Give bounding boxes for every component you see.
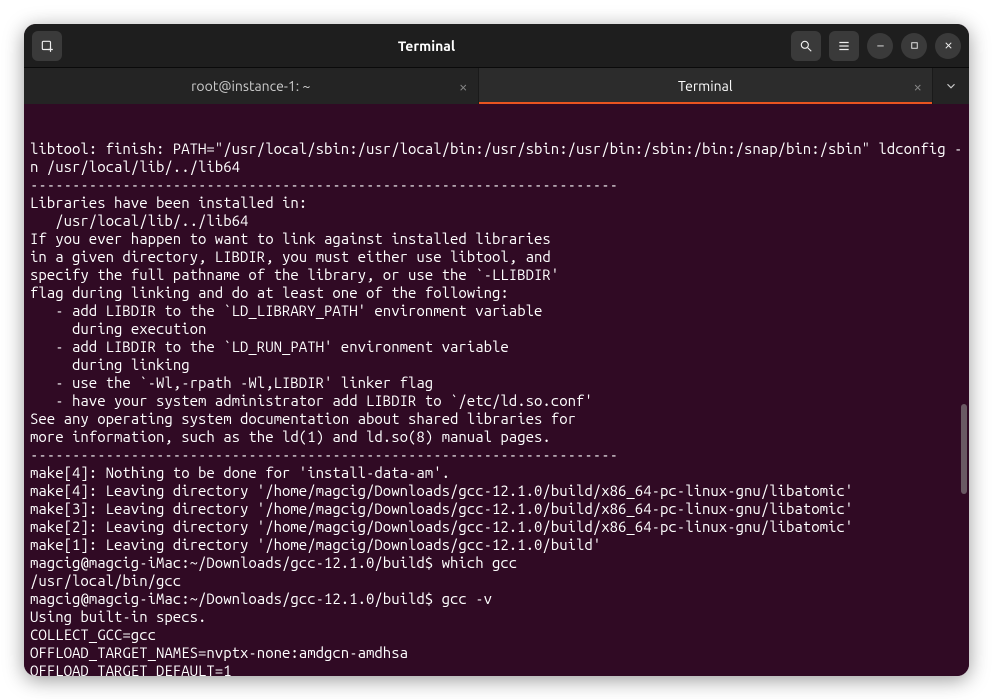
terminal-line: ----------------------------------------… — [30, 176, 963, 194]
terminal-window: Terminal root@instance-1: ~ × Termi — [24, 24, 969, 676]
tab-close-icon[interactable]: × — [914, 79, 922, 94]
tab-terminal[interactable]: Terminal × — [479, 68, 934, 104]
terminal-line: See any operating system documentation a… — [30, 410, 963, 428]
tabbar: root@instance-1: ~ × Terminal × — [24, 68, 969, 104]
terminal-line: during execution — [30, 320, 963, 338]
terminal-line: make[4]: Nothing to be done for 'install… — [30, 464, 963, 482]
terminal-line: OFFLOAD_TARGET_NAMES=nvptx-none:amdgcn-a… — [30, 644, 963, 662]
terminal-line: Using built-in specs. — [30, 608, 963, 626]
terminal-line: make[4]: Leaving directory '/home/magcig… — [30, 482, 963, 500]
tab-dropdown-button[interactable] — [933, 68, 969, 104]
window-title: Terminal — [70, 38, 783, 54]
terminal-line: Libraries have been installed in: — [30, 194, 963, 212]
tab-root-instance[interactable]: root@instance-1: ~ × — [24, 68, 479, 104]
terminal-line: /usr/local/bin/gcc — [30, 572, 963, 590]
scrollbar-thumb[interactable] — [961, 404, 967, 494]
terminal-line: COLLECT_GCC=gcc — [30, 626, 963, 644]
hamburger-menu-button[interactable] — [829, 31, 859, 61]
terminal-line: magcig@magcig-iMac:~/Downloads/gcc-12.1.… — [30, 590, 963, 608]
terminal-line: - add LIBDIR to the `LD_RUN_PATH' enviro… — [30, 338, 963, 356]
terminal-line: flag during linking and do at least one … — [30, 284, 963, 302]
terminal-line: OFFLOAD_TARGET_DEFAULT=1 — [30, 662, 963, 676]
terminal-line: magcig@magcig-iMac:~/Downloads/gcc-12.1.… — [30, 554, 963, 572]
minimize-button[interactable] — [867, 33, 893, 59]
terminal-line: specify the full pathname of the library… — [30, 266, 963, 284]
terminal-line: - have your system administrator add LIB… — [30, 392, 963, 410]
close-button[interactable] — [935, 33, 961, 59]
terminal-line: make[1]: Leaving directory '/home/magcig… — [30, 536, 963, 554]
terminal-line: make[2]: Leaving directory '/home/magcig… — [30, 518, 963, 536]
terminal-line: - add LIBDIR to the `LD_LIBRARY_PATH' en… — [30, 302, 963, 320]
terminal-line: libtool: finish: PATH="/usr/local/sbin:/… — [30, 140, 963, 176]
tab-label: root@instance-1: ~ — [191, 78, 310, 94]
search-button[interactable] — [791, 31, 821, 61]
terminal-line: in a given directory, LIBDIR, you must e… — [30, 248, 963, 266]
tab-label: Terminal — [678, 78, 733, 94]
terminal-line: /usr/local/lib/../lib64 — [30, 212, 963, 230]
tab-close-icon[interactable]: × — [459, 79, 467, 94]
terminal-line: during linking — [30, 356, 963, 374]
terminal-line: ----------------------------------------… — [30, 446, 963, 464]
terminal-line: make[3]: Leaving directory '/home/magcig… — [30, 500, 963, 518]
terminal-output[interactable]: libtool: finish: PATH="/usr/local/sbin:/… — [24, 104, 969, 676]
terminal-line: If you ever happen to want to link again… — [30, 230, 963, 248]
terminal-line: - use the `-Wl,-rpath -Wl,LIBDIR' linker… — [30, 374, 963, 392]
maximize-button[interactable] — [901, 33, 927, 59]
new-tab-button[interactable] — [32, 31, 62, 61]
titlebar: Terminal — [24, 24, 969, 68]
terminal-line: more information, such as the ld(1) and … — [30, 428, 963, 446]
